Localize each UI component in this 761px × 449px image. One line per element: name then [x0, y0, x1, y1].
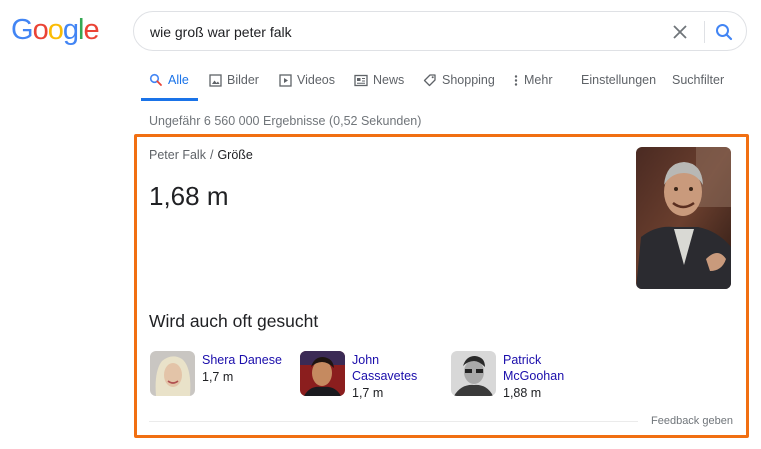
- logo-letter: e: [83, 14, 99, 46]
- logo-letter: o: [47, 14, 64, 46]
- google-logo[interactable]: G o o g l e: [11, 14, 100, 47]
- tab-label: Bilder: [227, 73, 259, 87]
- search-icon: [149, 73, 162, 86]
- feedback-link[interactable]: Feedback geben: [651, 415, 733, 427]
- person-name-link[interactable]: Shera Danese: [202, 352, 290, 368]
- clear-button[interactable]: [670, 22, 690, 42]
- news-icon: [354, 74, 368, 86]
- result-stats: Ungefähr 6 560 000 Ergebnisse (0,52 Seku…: [149, 114, 422, 128]
- tab-einstellungen[interactable]: Einstellungen: [581, 73, 656, 87]
- tab-label: Alle: [168, 73, 189, 87]
- breadcrumb-attribute: Größe: [217, 148, 253, 162]
- tab-label: Shopping: [442, 73, 495, 87]
- tab-label: Videos: [297, 73, 335, 87]
- card-divider: [149, 421, 638, 422]
- breadcrumb-separator: /: [209, 148, 214, 162]
- logo-letter: g: [62, 14, 79, 46]
- related-person-patrick-mcgoohan[interactable]: Patrick McGoohan 1,88 m: [451, 351, 591, 401]
- breadcrumb-entity[interactable]: Peter Falk: [149, 148, 206, 162]
- person-height: 1,7 m: [202, 370, 234, 384]
- person-height: 1,88 m: [503, 386, 542, 400]
- tab-videos[interactable]: Videos: [279, 73, 335, 87]
- tab-label: News: [373, 73, 405, 87]
- search-button[interactable]: [714, 22, 734, 42]
- search-input[interactable]: [150, 21, 650, 43]
- person-photo: [150, 351, 195, 396]
- search-box: [133, 11, 747, 51]
- answer-value: 1,68 m: [149, 181, 229, 211]
- breadcrumb: Peter Falk / Größe: [149, 148, 253, 162]
- search-icon: [716, 24, 733, 41]
- entity-photo[interactable]: [636, 147, 731, 289]
- more-vert-icon: [514, 74, 518, 86]
- person-height: 1,7 m: [352, 386, 384, 400]
- related-person-shera-danese[interactable]: Shera Danese 1,7 m: [150, 351, 290, 396]
- also-searched-heading: Wird auch oft gesucht: [149, 311, 319, 331]
- person-name-link[interactable]: Patrick McGoohan: [503, 352, 591, 384]
- logo-letter: G: [11, 14, 34, 46]
- active-tab-indicator: [141, 98, 198, 101]
- person-thumbnail: [451, 351, 496, 396]
- tab-suchfilter[interactable]: Suchfilter: [672, 73, 724, 87]
- tab-label: Mehr: [524, 73, 553, 87]
- tab-label: Suchfilter: [672, 73, 725, 87]
- related-person-john-cassavetes[interactable]: John Cassavetes 1,7 m: [300, 351, 440, 401]
- person-photo: [451, 351, 496, 396]
- logo-letter: o: [32, 14, 49, 46]
- image-icon: [209, 73, 222, 87]
- tag-icon: [423, 74, 436, 87]
- person-photo: [636, 147, 731, 289]
- person-name-link[interactable]: John Cassavetes: [352, 352, 440, 384]
- person-thumbnail: [150, 351, 195, 396]
- search-divider: [704, 21, 705, 43]
- tab-bilder[interactable]: Bilder: [209, 73, 259, 87]
- person-thumbnail: [300, 351, 345, 396]
- person-photo: [300, 351, 345, 396]
- tab-shopping[interactable]: Shopping: [423, 73, 495, 87]
- tab-news[interactable]: News: [354, 73, 404, 87]
- tab-label: Einstellungen: [581, 73, 657, 87]
- tab-alle[interactable]: Alle: [149, 73, 189, 87]
- close-icon: [673, 25, 687, 39]
- video-icon: [279, 73, 292, 87]
- tab-mehr[interactable]: Mehr: [513, 73, 552, 87]
